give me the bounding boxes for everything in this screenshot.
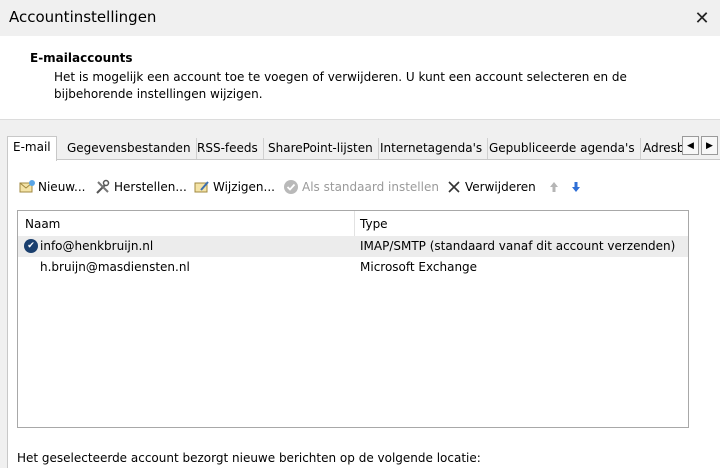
title-bar: Accountinstellingen ✕ [0, 0, 720, 36]
tools-icon [95, 179, 111, 195]
repair-button[interactable]: Herstellen... [95, 177, 187, 197]
column-header-type[interactable]: Type [360, 217, 388, 231]
new-account-icon [19, 179, 35, 195]
column-header-name[interactable]: Naam [25, 217, 60, 231]
check-circle-icon [283, 179, 299, 195]
account-name: info@henkbruijn.nl [40, 239, 154, 253]
default-account-check-icon: ✔ [24, 239, 38, 253]
list-header: Naam Type [18, 211, 688, 236]
tab-rss-feeds[interactable]: RSS-feeds [192, 138, 264, 159]
delete-x-icon [446, 179, 462, 195]
tab-internet-calendars[interactable]: Internetagenda's [375, 138, 489, 159]
section-description: Het is mogelijk een account toe te voege… [54, 70, 627, 101]
account-row[interactable]: h.bruijn@masdiensten.nl Microsoft Exchan… [18, 257, 688, 278]
close-button[interactable]: ✕ [684, 0, 720, 36]
account-type: IMAP/SMTP (standaard vanaf dit account v… [360, 239, 676, 253]
arrow-up-icon [546, 179, 562, 195]
arrow-down-icon [568, 179, 584, 195]
tab-scroll-left[interactable]: ◀ [682, 136, 699, 155]
tab-data-files[interactable]: Gegevensbestanden [62, 138, 197, 159]
tab-strip: E-mail Gegevensbestanden RSS-feeds Share… [7, 136, 720, 161]
column-divider[interactable] [354, 211, 355, 236]
remove-button[interactable]: Verwijderen [446, 177, 536, 197]
new-button[interactable]: Nieuw... [19, 177, 85, 197]
edit-account-icon [194, 179, 210, 195]
account-name: h.bruijn@masdiensten.nl [40, 260, 190, 274]
account-type: Microsoft Exchange [360, 260, 478, 274]
account-row[interactable]: ✔ info@henkbruijn.nl IMAP/SMTP (standaar… [18, 236, 688, 257]
delivery-location-label: Het geselecteerde account bezorgt nieuwe… [17, 451, 481, 465]
arrow-right-icon: ▶ [706, 140, 713, 151]
tab-scroll-right[interactable]: ▶ [701, 136, 718, 155]
tab-published-calendars[interactable]: Gepubliceerde agenda's [484, 138, 641, 159]
set-default-button[interactable]: Als standaard instellen [283, 177, 439, 197]
move-down-button[interactable] [568, 177, 587, 197]
header-panel: E-mailaccounts Het is mogelijk een accou… [0, 36, 720, 120]
window-title: Accountinstellingen [9, 8, 157, 26]
section-title: E-mailaccounts [30, 51, 133, 65]
tab-sharepoint-lists[interactable]: SharePoint-lijsten [263, 138, 379, 159]
account-list: Naam Type ✔ info@henkbruijn.nl IMAP/SMTP… [17, 210, 689, 428]
tab-address-books[interactable]: Adresb [638, 138, 683, 159]
change-button[interactable]: Wijzigen... [194, 177, 275, 197]
arrow-left-icon: ◀ [687, 140, 694, 151]
tab-email[interactable]: E-mail [7, 136, 57, 161]
close-icon: ✕ [694, 7, 710, 29]
move-up-button[interactable] [546, 177, 565, 197]
